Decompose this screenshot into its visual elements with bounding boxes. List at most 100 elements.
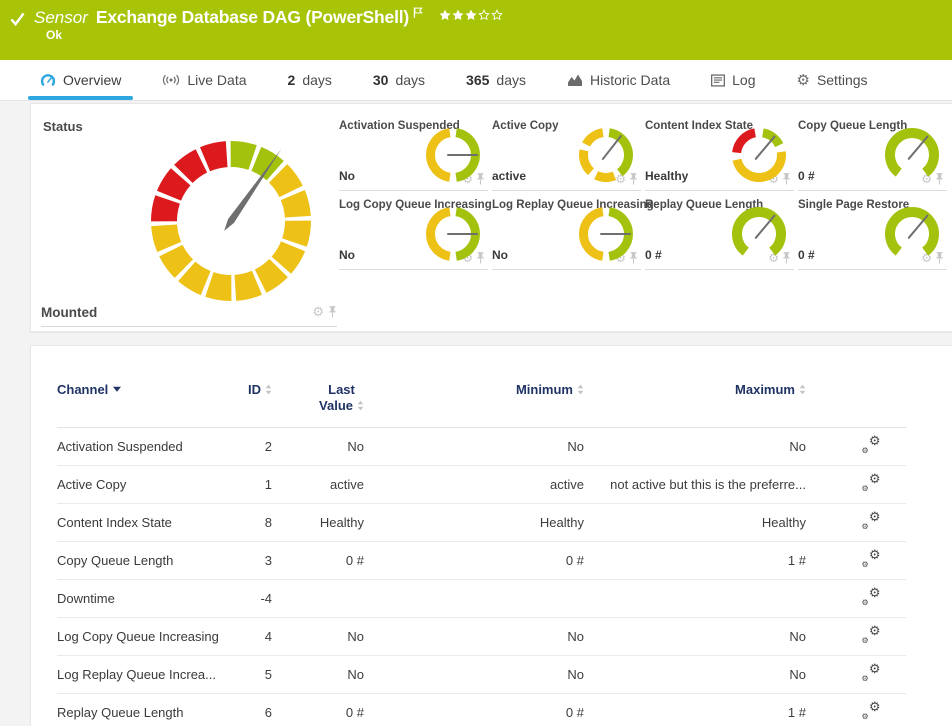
column-header-actions: [806, 376, 906, 427]
channel-name: Downtime: [57, 579, 227, 617]
gauge-panel-active-copy: Active Copyactive⚙: [492, 112, 641, 191]
column-header-minimum[interactable]: Minimum: [364, 376, 584, 427]
tab-label: days: [496, 72, 526, 88]
minimum-value: [364, 579, 584, 617]
channels-table-card: ChannelIDLastValueMinimumMaximum Activat…: [30, 345, 952, 726]
table-row: Activation Suspended2NoNoNo⚙⚙: [57, 427, 906, 465]
gauge-chart-replay-queue-length: [731, 206, 787, 262]
edit-channel-gears-icon[interactable]: ⚙⚙: [862, 474, 881, 491]
last-value: No: [272, 617, 364, 655]
priority-stars[interactable]: [439, 9, 503, 21]
page-title: Exchange Database DAG (PowerShell): [96, 7, 409, 28]
tab-log[interactable]: Log: [699, 60, 767, 100]
gauge-chart-content-index-state: [731, 127, 787, 183]
main-content: Status Mounted ⚙ Activation SuspendedNo⚙…: [0, 101, 952, 726]
minimum-value: No: [364, 655, 584, 693]
pin-icon[interactable]: [328, 306, 337, 318]
gauge-panel-log-copy-queue-increasing: Log Copy Queue IncreasingNo⚙: [339, 191, 488, 270]
channel-id: 2: [227, 427, 272, 465]
channel-id: 4: [227, 617, 272, 655]
gauge-value: 0 #: [798, 248, 815, 262]
column-header-id[interactable]: ID: [227, 376, 272, 427]
edit-channel-gears-icon[interactable]: ⚙⚙: [862, 512, 881, 529]
status-ok-check-icon: [10, 12, 25, 26]
channel-name: Log Replay Queue Increa...: [57, 655, 227, 693]
column-header-last-value[interactable]: LastValue: [272, 376, 364, 427]
edit-channel-gears-icon[interactable]: ⚙⚙: [862, 664, 881, 681]
channel-name: Copy Queue Length: [57, 541, 227, 579]
channel-id: 8: [227, 503, 272, 541]
column-header-channel[interactable]: Channel: [57, 376, 227, 427]
tab-live-data[interactable]: Live Data: [150, 60, 258, 100]
maximum-value: 1 #: [584, 541, 806, 579]
gauge-chart-activation-suspended: [425, 127, 481, 183]
tab-number: 2: [288, 72, 296, 88]
star-outline-icon[interactable]: [491, 9, 503, 21]
tab-2-days[interactable]: 2 days: [276, 60, 344, 100]
gauge-value: No: [492, 248, 508, 262]
live-icon: [162, 74, 180, 86]
row-actions: ⚙⚙: [806, 465, 906, 503]
tab-365-days[interactable]: 365 days: [454, 60, 538, 100]
sort-icon: [799, 384, 806, 395]
edit-channel-gears-icon[interactable]: ⚙⚙: [862, 550, 881, 567]
gauge-value: 0 #: [798, 169, 815, 183]
tab-number: 30: [373, 72, 389, 88]
flag-icon[interactable]: [413, 6, 423, 19]
tab-30-days[interactable]: 30 days: [361, 60, 437, 100]
maximum-value: 1 #: [584, 693, 806, 726]
maximum-value: not active but this is the preferre...: [584, 465, 806, 503]
last-value: No: [272, 655, 364, 693]
gauge-value: active: [492, 169, 526, 183]
tab-overview[interactable]: Overview: [28, 60, 133, 100]
minimum-value: Healthy: [364, 503, 584, 541]
status-label: Status: [31, 104, 339, 134]
gauge-value: No: [339, 169, 355, 183]
channel-name: Active Copy: [57, 465, 227, 503]
column-label: Minimum: [516, 382, 573, 397]
sort-icon: [265, 384, 272, 395]
gauge-value: 0 #: [645, 248, 662, 262]
maximum-value: No: [584, 617, 806, 655]
tab-label: Settings: [817, 72, 868, 88]
column-label: Maximum: [735, 382, 795, 397]
channel-id: 6: [227, 693, 272, 726]
channel-gauges-grid: Activation SuspendedNo⚙Active Copyactive…: [339, 104, 952, 331]
channels-table: ChannelIDLastValueMinimumMaximum Activat…: [57, 376, 906, 726]
gear-icon[interactable]: ⚙: [312, 304, 324, 320]
channel-id: -4: [227, 579, 272, 617]
star-filled-icon[interactable]: [452, 9, 464, 21]
column-label: ID: [248, 382, 261, 397]
row-actions: ⚙⚙: [806, 503, 906, 541]
gauge-chart-log-copy-queue-increasing: [425, 206, 481, 262]
sort-caret-down-icon: [113, 386, 121, 392]
status-gauge-chart: [145, 135, 317, 307]
minimum-value: active: [364, 465, 584, 503]
star-outline-icon[interactable]: [478, 9, 490, 21]
table-row: Log Replay Queue Increa...5NoNoNo⚙⚙: [57, 655, 906, 693]
tab-label: Log: [732, 72, 755, 88]
tab-label: days: [395, 72, 425, 88]
row-actions: ⚙⚙: [806, 693, 906, 726]
row-actions: ⚙⚙: [806, 541, 906, 579]
tab-settings[interactable]: ⚙Settings: [784, 60, 879, 100]
sort-icon: [577, 384, 584, 395]
channel-name: Replay Queue Length: [57, 693, 227, 726]
column-label: Last: [328, 382, 355, 397]
gauge-panel-replay-queue-length: Replay Queue Length0 #⚙: [645, 191, 794, 270]
star-filled-icon[interactable]: [465, 9, 477, 21]
gauge-chart-single-page-restore: [884, 206, 940, 262]
gauge-panel-log-replay-queue-increasing: Log Replay Queue IncreasingNo⚙: [492, 191, 641, 270]
edit-channel-gears-icon[interactable]: ⚙⚙: [862, 588, 881, 605]
edit-channel-gears-icon[interactable]: ⚙⚙: [862, 436, 881, 453]
channel-id: 1: [227, 465, 272, 503]
tab-historic-data[interactable]: Historic Data: [555, 60, 682, 100]
last-value: Healthy: [272, 503, 364, 541]
minimum-value: No: [364, 427, 584, 465]
gauge-icon: [40, 73, 56, 88]
edit-channel-gears-icon[interactable]: ⚙⚙: [862, 702, 881, 719]
column-header-maximum[interactable]: Maximum: [584, 376, 806, 427]
star-filled-icon[interactable]: [439, 9, 451, 21]
edit-channel-gears-icon[interactable]: ⚙⚙: [862, 626, 881, 643]
historic-icon: [567, 73, 583, 87]
